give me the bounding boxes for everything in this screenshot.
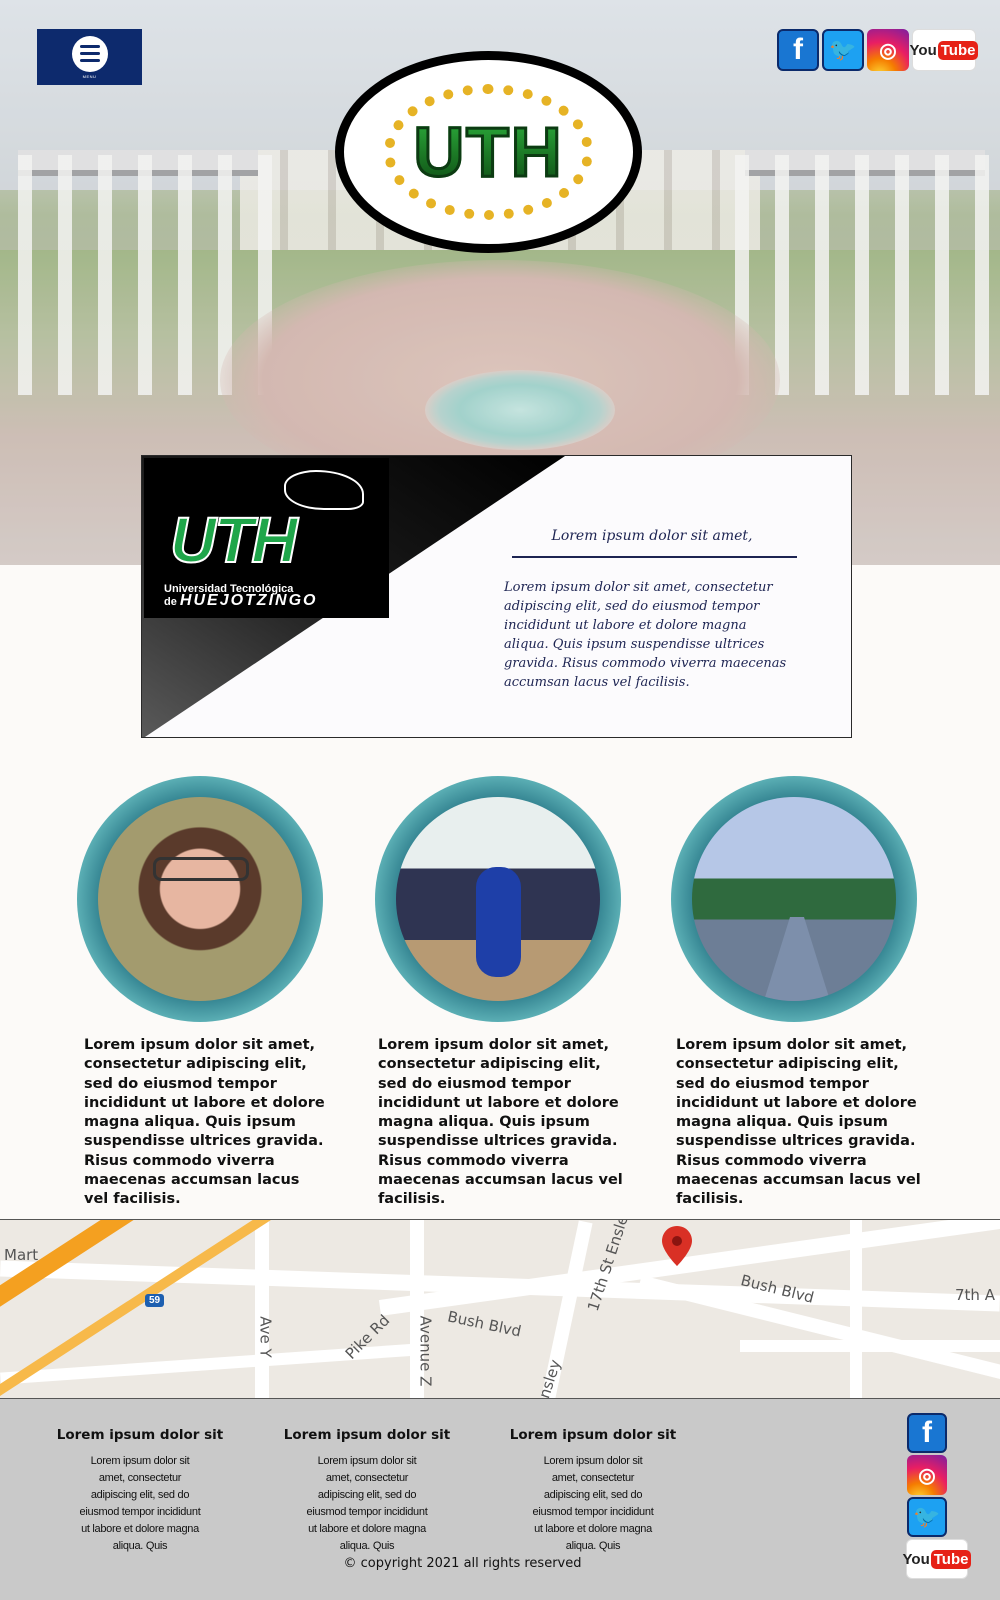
map-label: nsley bbox=[535, 1357, 565, 1399]
feature-text: Lorem ipsum dolor sit amet, consectetur … bbox=[378, 1037, 623, 1208]
footer-column-body: Lorem ipsum dolor sit amet, consectetur … bbox=[79, 1455, 201, 1552]
menu-label: MENU bbox=[82, 73, 97, 79]
facebook-icon[interactable]: f bbox=[777, 29, 819, 71]
feature-section: Lorem ipsum dolor sit amet, consectetur … bbox=[0, 776, 1000, 1207]
info-card-title: Lorem ipsum dolor sit amet, bbox=[551, 528, 753, 544]
photo-ring bbox=[77, 776, 323, 1022]
feature-card: Lorem ipsum dolor sit amet, consectetur … bbox=[375, 776, 625, 1210]
instagram-icon[interactable]: ◎ bbox=[867, 29, 909, 71]
location-map[interactable]: Mart 59 Ave Y Pike Rd Avenue Z Bush Blvd… bbox=[0, 1219, 1000, 1399]
uth-logo-text: UTH bbox=[412, 112, 564, 193]
facebook-icon[interactable]: f bbox=[907, 1413, 947, 1453]
footer-column: Lorem ipsum dolor sit Lorem ipsum dolor … bbox=[40, 1427, 240, 1555]
uth-logo-text: UTH bbox=[169, 503, 299, 577]
feature-card: Lorem ipsum dolor sit amet, consectetur … bbox=[77, 776, 327, 1210]
info-card: UTH Universidad Tecnológica de HUEJOTZIN… bbox=[141, 455, 852, 738]
photo-ring bbox=[671, 776, 917, 1022]
twitter-icon[interactable]: 🐦 bbox=[822, 29, 864, 71]
social-links-header: f 🐦 ◎ You Tube bbox=[777, 29, 979, 71]
bird-icon bbox=[284, 470, 364, 510]
map-label: Mart bbox=[4, 1246, 39, 1264]
map-label: Ave Y bbox=[256, 1316, 275, 1358]
twitter-icon[interactable]: 🐦 bbox=[907, 1497, 947, 1537]
photo-ring bbox=[375, 776, 621, 1022]
campus-walkway-photo[interactable] bbox=[692, 797, 896, 1001]
footer-column-body: Lorem ipsum dolor sit amet, consectetur … bbox=[532, 1455, 654, 1552]
footer-column: Lorem ipsum dolor sit Lorem ipsum dolor … bbox=[493, 1427, 693, 1555]
instagram-icon[interactable]: ◎ bbox=[907, 1455, 947, 1495]
copyright-text: © copyright 2021 all rights reserved bbox=[343, 1556, 582, 1571]
feature-card: Lorem ipsum dolor sit amet, consectetur … bbox=[671, 776, 921, 1210]
hamburger-icon bbox=[71, 35, 108, 72]
location-pin-icon[interactable] bbox=[661, 1226, 693, 1266]
footer-column-title: Lorem ipsum dolor sit bbox=[509, 1427, 677, 1443]
uth-logo[interactable]: UTH bbox=[335, 51, 642, 253]
menu-button[interactable]: MENU bbox=[37, 29, 142, 85]
uth-huejotzingo-logo: UTH Universidad Tecnológica de HUEJOTZIN… bbox=[144, 458, 389, 618]
footer-column-body: Lorem ipsum dolor sit amet, consectetur … bbox=[306, 1455, 428, 1552]
feature-text: Lorem ipsum dolor sit amet, consectetur … bbox=[84, 1037, 325, 1208]
map-label: Avenue Z bbox=[416, 1315, 435, 1387]
footer-column-title: Lorem ipsum dolor sit bbox=[56, 1427, 224, 1443]
uth-logo-subtitle: Universidad Tecnológica de HUEJOTZINGO bbox=[164, 583, 318, 609]
route-shield: 59 bbox=[145, 1294, 165, 1307]
portrait-photo[interactable] bbox=[98, 797, 302, 1001]
youtube-icon[interactable]: You Tube bbox=[903, 1539, 972, 1579]
social-links-footer: f ◎ 🐦 You Tube bbox=[903, 1413, 972, 1579]
footer: Lorem ipsum dolor sit Lorem ipsum dolor … bbox=[0, 1399, 1000, 1600]
footer-column-title: Lorem ipsum dolor sit bbox=[283, 1427, 451, 1443]
divider bbox=[512, 556, 797, 558]
info-card-body: Lorem ipsum dolor sit amet, consectetur … bbox=[504, 580, 787, 690]
map-label: Bush Blvd bbox=[445, 1307, 523, 1341]
footer-column: Lorem ipsum dolor sit Lorem ipsum dolor … bbox=[267, 1427, 467, 1555]
youtube-icon[interactable]: You Tube bbox=[910, 29, 979, 71]
ceremony-photo[interactable] bbox=[396, 797, 600, 1001]
feature-text: Lorem ipsum dolor sit amet, consectetur … bbox=[676, 1037, 921, 1208]
map-label: 7th A bbox=[955, 1286, 995, 1304]
